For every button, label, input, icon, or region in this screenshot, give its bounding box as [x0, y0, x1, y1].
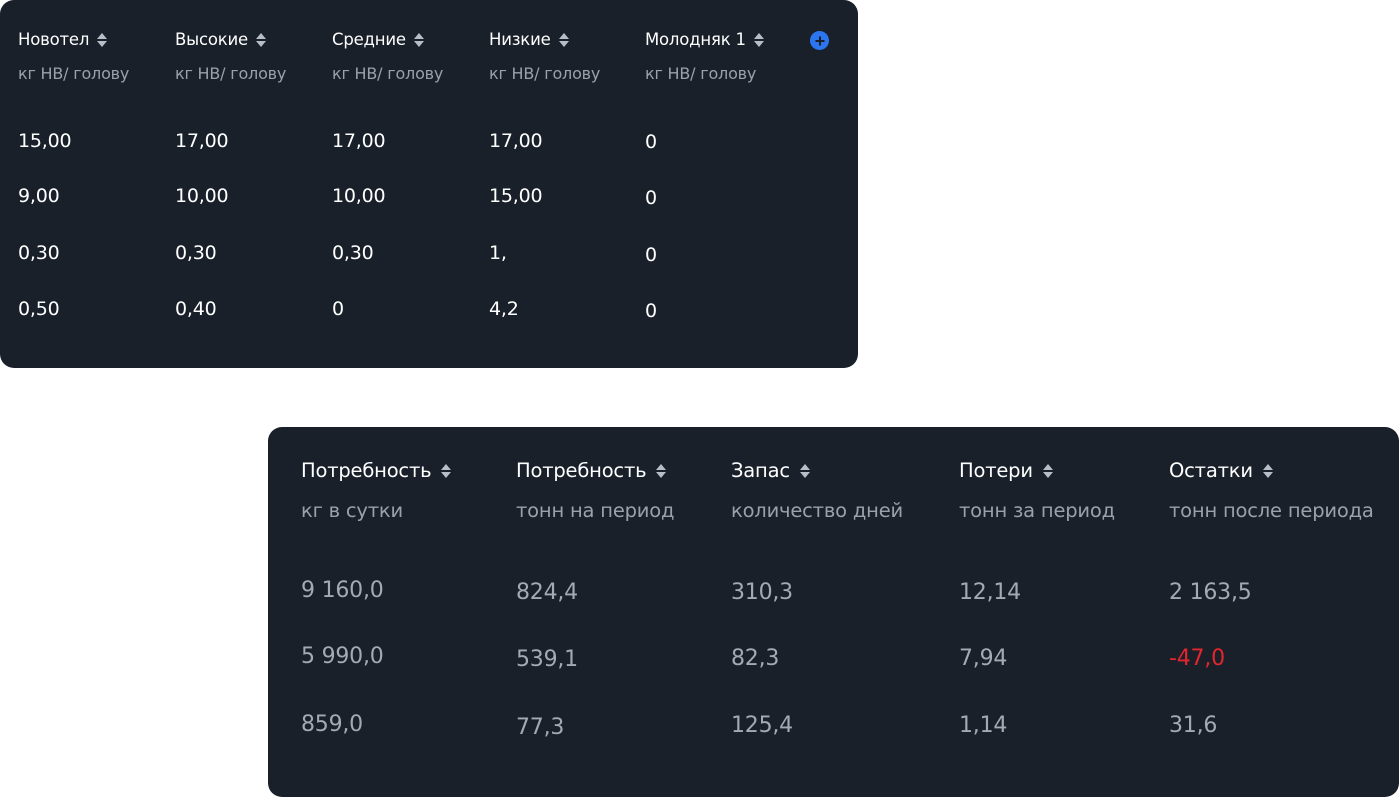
column-unit: кг НВ/ голову: [18, 64, 130, 83]
plus-circle-icon[interactable]: [810, 31, 829, 50]
table-cell[interactable]: 17,00: [175, 129, 229, 153]
column-header-label: Новотел: [18, 30, 90, 49]
column-header-label: Потребность: [301, 459, 432, 482]
table-cell: 12,14: [959, 580, 1021, 605]
table-cell[interactable]: 9,00: [18, 184, 60, 208]
column-unit: тонн после периода: [1169, 499, 1374, 522]
table-cell[interactable]: 0: [332, 297, 344, 321]
sort-arrows-icon[interactable]: [1042, 464, 1053, 478]
table-cell: 125,4: [731, 713, 793, 738]
table-cell: 2 163,5: [1169, 580, 1252, 605]
sort-arrows-icon[interactable]: [753, 33, 764, 47]
sort-arrows-icon[interactable]: [97, 33, 108, 47]
column-header-label: Запас: [731, 459, 790, 482]
table-cell[interactable]: 0,40: [175, 297, 217, 321]
table-cell[interactable]: 1,: [489, 241, 507, 265]
table-cell: 310,3: [731, 580, 793, 605]
column-header-stock[interactable]: Запас: [731, 458, 810, 484]
sort-arrows-icon[interactable]: [1262, 464, 1273, 478]
column-header-label: Потери: [959, 459, 1033, 482]
table-cell[interactable]: 15,00: [18, 129, 72, 153]
negative-value-cell: -47,0: [1169, 646, 1225, 671]
column-header-novotel[interactable]: Новотел: [18, 29, 108, 51]
table-cell[interactable]: 10,00: [332, 184, 386, 208]
table-cell[interactable]: 0: [645, 186, 657, 210]
table-cell[interactable]: 15,00: [489, 184, 543, 208]
table-cell: 824,4: [516, 580, 578, 605]
table-cell[interactable]: 0,30: [175, 241, 217, 265]
column-header-nizkie[interactable]: Низкие: [489, 29, 569, 51]
table-cell: 5 990,0: [301, 644, 384, 669]
column-header-label: Высокие: [175, 30, 248, 49]
sort-arrows-icon[interactable]: [799, 464, 810, 478]
table-cell[interactable]: 0,50: [18, 297, 60, 321]
sort-arrows-icon[interactable]: [413, 33, 424, 47]
column-header-label: Низкие: [489, 30, 551, 49]
column-header-label: Остатки: [1169, 459, 1253, 482]
table-cell[interactable]: 0: [645, 299, 657, 323]
column-unit: количество дней: [731, 499, 903, 522]
column-header-label: Потребность: [516, 459, 647, 482]
sort-arrows-icon[interactable]: [255, 33, 266, 47]
sort-arrows-icon[interactable]: [656, 464, 667, 478]
column-unit: кг в сутки: [301, 499, 403, 522]
table-cell[interactable]: 17,00: [332, 129, 386, 153]
sort-arrows-icon[interactable]: [558, 33, 569, 47]
column-header-need-period[interactable]: Потребность: [516, 458, 667, 484]
table-cell: 77,3: [516, 715, 565, 740]
table-cell[interactable]: 10,00: [175, 184, 229, 208]
table-cell[interactable]: 0: [645, 243, 657, 267]
column-header-molodnyak[interactable]: Молодняк 1: [645, 29, 764, 51]
table-cell[interactable]: 0: [645, 130, 657, 154]
table-cell[interactable]: 0,30: [332, 241, 374, 265]
norms-table-panel: Новотел Высокие Средние Низкие Молодняк …: [0, 0, 858, 368]
table-cell: 82,3: [731, 646, 780, 671]
column-unit: кг НВ/ голову: [645, 64, 757, 83]
table-cell[interactable]: 4,2: [489, 297, 519, 321]
table-cell: 859,0: [301, 712, 363, 737]
table-cell: 7,94: [959, 646, 1008, 671]
sort-arrows-icon[interactable]: [441, 464, 452, 478]
table-cell[interactable]: 0,30: [18, 241, 60, 265]
column-header-losses[interactable]: Потери: [959, 458, 1053, 484]
column-unit: кг НВ/ голову: [332, 64, 444, 83]
column-unit: кг НВ/ голову: [489, 64, 601, 83]
table-cell: 9 160,0: [301, 578, 384, 603]
table-cell: 31,6: [1169, 713, 1218, 738]
table-cell: 539,1: [516, 647, 578, 672]
column-header-remains[interactable]: Остатки: [1169, 458, 1273, 484]
column-unit: кг НВ/ голову: [175, 64, 287, 83]
table-cell[interactable]: 17,00: [489, 129, 543, 153]
column-header-need-daily[interactable]: Потребность: [301, 458, 452, 484]
column-header-label: Молодняк 1: [645, 30, 746, 49]
table-cell: 1,14: [959, 713, 1008, 738]
consumption-table-panel: Потребность Потребность Запас Потери Ост…: [268, 427, 1399, 797]
column-unit: тонн за период: [959, 499, 1115, 522]
column-header-srednie[interactable]: Средние: [332, 29, 424, 51]
column-unit: тонн на период: [516, 499, 675, 522]
column-header-vysokie[interactable]: Высокие: [175, 29, 266, 51]
column-header-label: Средние: [332, 30, 406, 49]
